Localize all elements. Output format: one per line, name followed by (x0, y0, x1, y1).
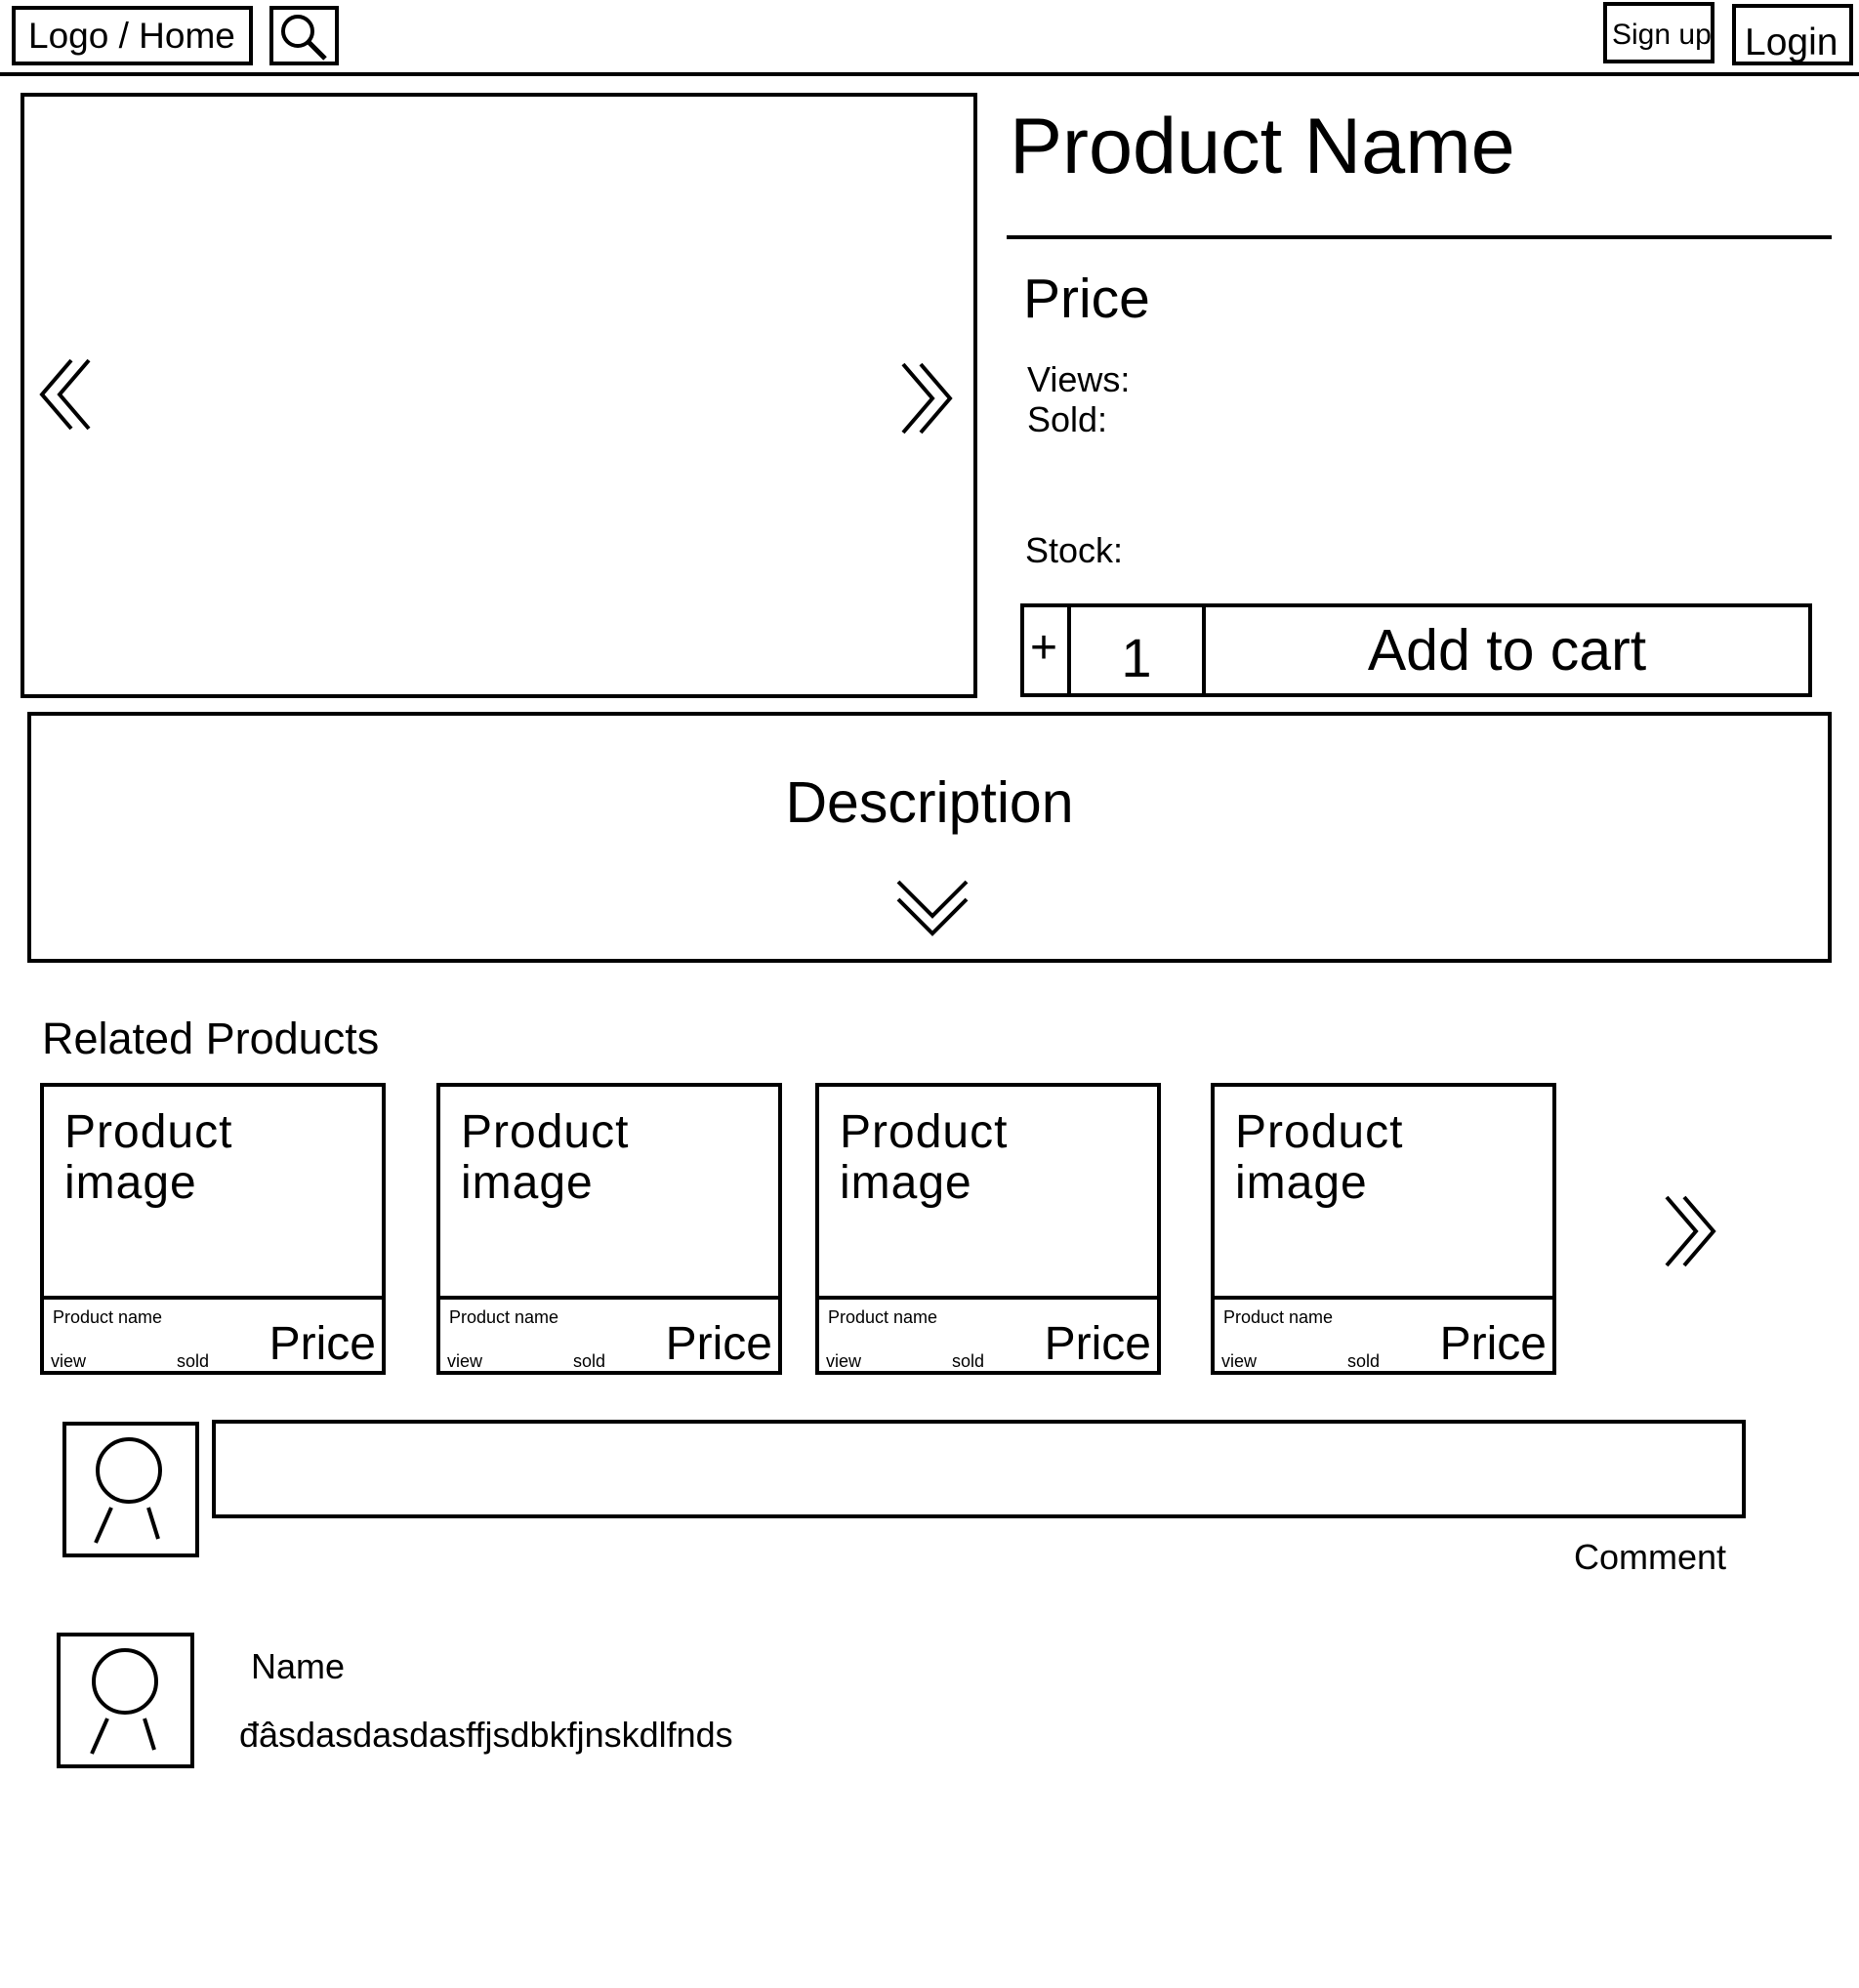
related-product-price: Price (1439, 1318, 1547, 1370)
user-icon (90, 1648, 158, 1755)
related-product-price: Price (665, 1318, 772, 1370)
avatar (57, 1633, 194, 1768)
stock-label: Stock: (1025, 530, 1124, 570)
related-product-name: Product name (1223, 1307, 1334, 1327)
quantity-input[interactable]: 1 (1067, 603, 1206, 697)
quantity-increment-button[interactable]: + (1020, 603, 1071, 697)
related-product-price: Price (269, 1318, 376, 1370)
commenter-name: Name (251, 1646, 346, 1686)
comment-text: đâsdasdasdasffjsdbkfjnskdlfnds (239, 1715, 733, 1755)
title-divider (1007, 235, 1832, 239)
search-button[interactable] (269, 6, 339, 65)
chevron-double-right-icon[interactable] (899, 362, 958, 442)
product-name: Product Name (1010, 103, 1515, 190)
product-image-label: Product image (1235, 1106, 1404, 1209)
sold-label: Sold: (1027, 399, 1108, 439)
related-product-sold: sold (177, 1351, 210, 1371)
related-product-card[interactable]: Product image Product name view sold Pri… (815, 1083, 1161, 1375)
header-divider (0, 72, 1859, 76)
related-product-sold: sold (952, 1351, 985, 1371)
description-label: Description (785, 770, 1074, 835)
related-products-title: Related Products (42, 1014, 380, 1063)
search-icon (281, 15, 327, 61)
user-icon (94, 1437, 162, 1544)
description-panel[interactable]: Description (27, 712, 1832, 963)
related-product-views: view (51, 1351, 87, 1371)
views-label: Views: (1027, 359, 1131, 399)
related-product-name: Product name (53, 1307, 163, 1327)
product-image: Product image (44, 1087, 382, 1300)
comment-button[interactable]: Comment (1574, 1540, 1726, 1575)
comment-input[interactable] (212, 1420, 1746, 1518)
add-to-cart-button[interactable]: Add to cart (1202, 603, 1812, 697)
login-button[interactable]: Login (1732, 4, 1853, 65)
related-product-sold: sold (1347, 1351, 1381, 1371)
related-product-card[interactable]: Product image Product name view sold Pri… (40, 1083, 386, 1375)
chevron-double-right-icon[interactable] (1663, 1195, 1721, 1275)
product-image: Product image (1215, 1087, 1552, 1300)
related-product-card[interactable]: Product image Product name view sold Pri… (1211, 1083, 1556, 1375)
product-image: Product image (440, 1087, 778, 1300)
related-product-price: Price (1044, 1318, 1151, 1370)
product-image-label: Product image (64, 1106, 233, 1209)
product-price: Price (1023, 268, 1150, 330)
logo-home-button[interactable]: Logo / Home (12, 6, 253, 65)
product-image-label: Product image (461, 1106, 630, 1209)
related-product-views: view (1221, 1351, 1258, 1371)
avatar (62, 1422, 199, 1557)
product-image-label: Product image (840, 1106, 1009, 1209)
related-product-sold: sold (573, 1351, 606, 1371)
related-product-card[interactable]: Product image Product name view sold Pri… (436, 1083, 782, 1375)
related-product-name: Product name (449, 1307, 559, 1327)
related-product-views: view (826, 1351, 862, 1371)
related-product-views: view (447, 1351, 483, 1371)
signup-button[interactable]: Sign up (1603, 2, 1714, 63)
chevron-double-down-icon[interactable] (896, 880, 969, 940)
related-product-name: Product name (828, 1307, 938, 1327)
product-image: Product image (819, 1087, 1157, 1300)
product-image-carousel (21, 93, 977, 698)
chevron-double-left-icon[interactable] (38, 358, 97, 438)
